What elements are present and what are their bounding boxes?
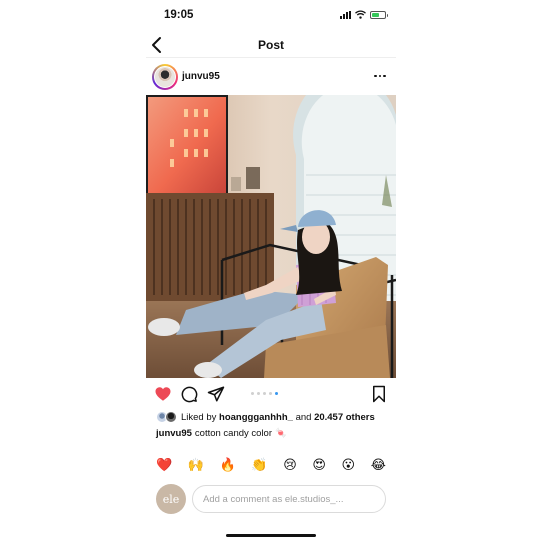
carousel-indicator (251, 392, 278, 395)
battery-icon (370, 10, 388, 19)
more-horizontal-icon[interactable] (372, 68, 388, 84)
liker-avatars (156, 411, 178, 423)
share-icon[interactable] (207, 385, 225, 403)
reaction-emoji[interactable]: 😂 (371, 455, 386, 475)
author-username[interactable]: junvu95 (182, 71, 220, 82)
caption-username[interactable]: junvu95 (156, 428, 192, 439)
likes-and: and (295, 411, 312, 423)
current-user-avatar: ele (156, 484, 186, 514)
likes-prefix: Liked by (181, 411, 217, 423)
carousel-dot (263, 392, 266, 395)
reaction-emoji[interactable]: 🙌 (188, 455, 204, 475)
reaction-emoji[interactable]: 😢 (283, 455, 297, 475)
caption-text: cotton candy color (194, 428, 273, 439)
page-title: Post (257, 38, 284, 52)
status-icons (340, 10, 388, 19)
wifi-icon (355, 10, 366, 19)
post-header: junvu95 (146, 62, 396, 94)
signal-icon (340, 10, 351, 19)
likes-others[interactable]: 20.457 others (314, 412, 375, 423)
bookmark-icon[interactable] (370, 385, 388, 403)
status-bar: 19:05 (146, 6, 396, 26)
likes-summary[interactable]: Liked by hoanggganhhh_ and 20.457 others (156, 410, 375, 424)
reaction-emoji[interactable]: 🔥 (220, 455, 236, 475)
carousel-dot (251, 392, 254, 395)
carousel-dot (257, 392, 260, 395)
reaction-emoji[interactable]: 👏 (251, 455, 267, 475)
candy-emoji: 🍬 (275, 428, 287, 439)
post-action-bar (146, 383, 396, 405)
avatar-image (154, 66, 176, 88)
status-time: 19:05 (164, 9, 194, 21)
author-avatar[interactable] (152, 64, 178, 90)
carousel-dot (275, 392, 278, 395)
post-photo[interactable] (146, 95, 396, 378)
carousel-dot (269, 392, 272, 395)
reaction-emoji[interactable]: ❤️ (156, 455, 172, 475)
home-indicator (226, 534, 316, 537)
heart-icon[interactable] (154, 385, 172, 403)
quick-reactions: ❤️ 🙌 🔥 👏 😢 😍 😮 😂 (146, 455, 396, 475)
comment-composer: ele (146, 484, 396, 516)
post-caption: junvu95 cotton candy color 🍬 (156, 428, 287, 439)
photo-illustration (146, 95, 396, 378)
reaction-emoji[interactable]: 😍 (312, 455, 326, 475)
battery-level (372, 12, 380, 17)
nav-bar: Post (146, 32, 396, 58)
liker-avatar (165, 411, 177, 423)
comment-input[interactable] (192, 485, 386, 513)
comment-icon[interactable] (180, 385, 198, 403)
liker-username[interactable]: hoanggganhhh_ (219, 412, 293, 423)
reaction-emoji[interactable]: 😮 (342, 455, 356, 475)
